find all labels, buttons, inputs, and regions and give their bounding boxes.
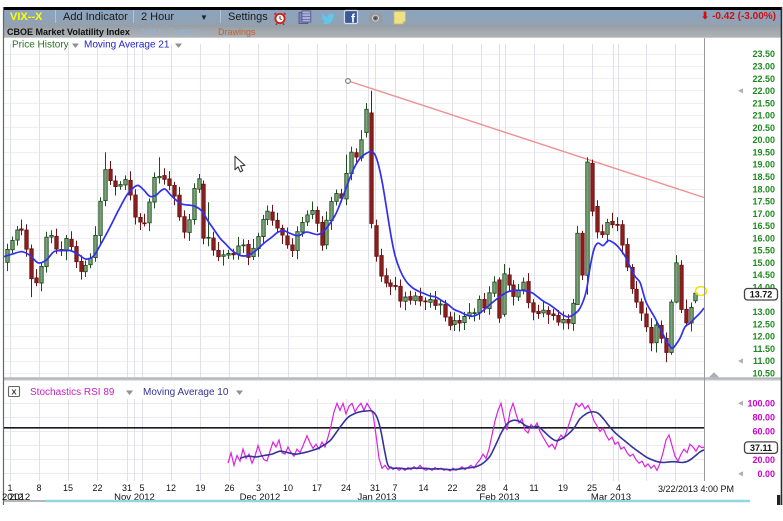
svg-text:60.00: 60.00 [752,427,775,437]
svg-text:17.00: 17.00 [752,209,775,219]
svg-text:11.00: 11.00 [753,356,775,366]
svg-text:26: 26 [224,483,234,493]
svg-text:21.50: 21.50 [752,98,775,108]
svg-text:17.50: 17.50 [752,197,775,207]
svg-text:11: 11 [529,483,538,493]
svg-text:12.00: 12.00 [752,332,775,342]
svg-text:10: 10 [283,483,293,493]
svg-text:20.50: 20.50 [752,123,775,133]
svg-text:10.50: 10.50 [752,369,775,379]
svg-text:20.00: 20.00 [752,455,775,465]
svg-text:20.00: 20.00 [752,135,775,145]
svg-text:22: 22 [447,483,457,493]
svg-text:3/22/2013 4:00 PM: 3/22/2013 4:00 PM [658,484,734,494]
svg-text:21.00: 21.00 [752,111,775,121]
svg-text:23.00: 23.00 [752,62,775,72]
svg-text:X: X [11,387,16,396]
svg-text:18.50: 18.50 [752,172,775,182]
svg-text:Stochastics RSI 89: Stochastics RSI 89 [30,387,115,398]
svg-text:12: 12 [166,483,176,493]
svg-text:17: 17 [312,483,322,493]
svg-text:22.00: 22.00 [752,86,775,96]
svg-text:13.72: 13.72 [750,290,773,300]
svg-text:19.00: 19.00 [752,160,775,170]
svg-text:24: 24 [341,483,351,493]
svg-text:15: 15 [63,483,73,493]
svg-text:Moving Average 10: Moving Average 10 [143,387,229,398]
svg-text:14: 14 [418,483,428,493]
svg-text:19.50: 19.50 [752,147,775,157]
svg-text:12.50: 12.50 [752,319,775,329]
svg-text:100.00: 100.00 [747,399,775,409]
svg-text:37.11: 37.11 [750,443,772,453]
svg-text:8: 8 [36,483,41,493]
svg-text:14.50: 14.50 [752,270,775,280]
svg-text:15.00: 15.00 [752,258,775,268]
svg-text:Price History: Price History [12,40,69,51]
svg-text:Moving Average 21: Moving Average 21 [84,40,170,51]
svg-text:23.50: 23.50 [752,49,775,59]
svg-text:22.50: 22.50 [752,74,775,84]
svg-text:11.50: 11.50 [753,344,775,354]
svg-text:16.50: 16.50 [752,221,775,231]
svg-text:19: 19 [558,483,568,493]
svg-text:19: 19 [195,483,205,493]
svg-text:80.00: 80.00 [752,413,775,423]
svg-text:13.00: 13.00 [752,307,775,317]
svg-text:0.00: 0.00 [757,469,775,479]
svg-text:18.00: 18.00 [752,184,775,194]
svg-text:15.50: 15.50 [752,246,775,256]
svg-text:22: 22 [92,483,102,493]
svg-text:16.00: 16.00 [752,233,775,243]
